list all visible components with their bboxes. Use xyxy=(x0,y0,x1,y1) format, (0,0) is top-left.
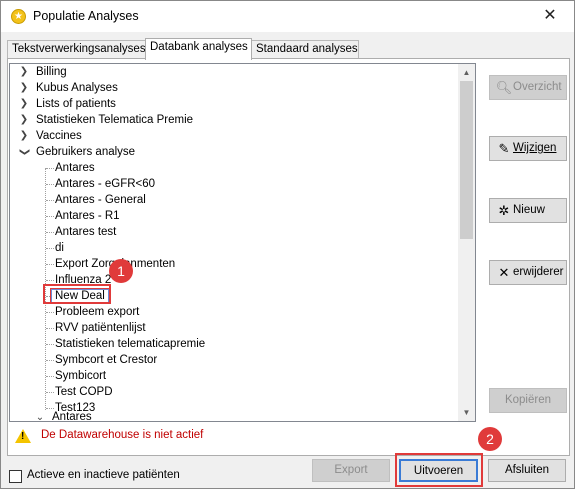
tree-child-label: Symbcort et Crestor xyxy=(55,354,158,366)
tree-child-item[interactable]: Test123 xyxy=(55,400,95,416)
tree-connector-tick xyxy=(46,344,54,345)
verwijderen-button[interactable]: ✕ erwijderer xyxy=(489,260,567,285)
tree-child-label: Test123 xyxy=(55,402,96,414)
dialog-window: ★ Populatie Analyses ✕ Tekstverwerkingsa… xyxy=(0,0,575,489)
tree-connector-tick xyxy=(46,248,54,249)
title-bar: ★ Populatie Analyses ✕ xyxy=(1,1,574,32)
tree-item-label: Gebruikers analyse xyxy=(36,146,136,158)
tree-connector-tick xyxy=(46,232,54,233)
tree-child-item[interactable]: RVV patiëntenlijst xyxy=(55,320,146,336)
tree-connector-tick xyxy=(46,328,54,329)
highlight-uitvoeren xyxy=(395,453,483,487)
tree-connector-tick xyxy=(46,392,54,393)
chevron-right-icon[interactable]: ❯ xyxy=(18,64,30,80)
tree-child-item[interactable]: Test COPD xyxy=(55,384,113,400)
tab-standaard-analyses[interactable]: Standaard analyses xyxy=(251,40,359,59)
callout-2: 2 xyxy=(478,427,502,451)
tree-connector-tick xyxy=(46,168,54,169)
warning-text: De Datawarehouse is niet actief xyxy=(41,429,204,441)
tree-connector-tick xyxy=(46,360,54,361)
edit-icon: ✎ xyxy=(498,141,510,156)
tree-child-label: Antares - R1 xyxy=(55,210,120,222)
scroll-up-arrow-icon[interactable]: ▲ xyxy=(458,64,475,81)
tree-scrollbar[interactable]: ▲ ▼ xyxy=(458,64,475,421)
chevron-right-icon[interactable]: ❯ xyxy=(18,112,30,128)
tree-item-label: Lists of patients xyxy=(36,98,116,110)
app-logo-icon: ★ xyxy=(11,9,26,24)
tree-item-label: Billing xyxy=(36,66,67,78)
actieve-inactieve-checkbox[interactable] xyxy=(9,470,22,483)
tree-child-label: di xyxy=(55,242,64,254)
tree-child-item[interactable]: Antares xyxy=(55,160,95,176)
tree-connector-tick xyxy=(46,280,54,281)
tree-child-item[interactable]: Antares - R1 xyxy=(55,208,120,224)
tree-child-label: Probleem export xyxy=(55,306,140,318)
close-button[interactable]: ✕ xyxy=(530,1,570,31)
tree-child-label: Antares - General xyxy=(55,194,146,206)
highlight-new-deal xyxy=(43,284,111,304)
export-button[interactable]: Export xyxy=(312,459,390,482)
tree-child-item[interactable]: Probleem export xyxy=(55,304,139,320)
tree-item-label: Statistieken Telematica Premie xyxy=(36,114,194,126)
checkbox-label: Actieve en inactieve patiënten xyxy=(27,469,180,481)
tree-child-label: Statistieken telematicapremie xyxy=(55,338,206,350)
magnifier-icon: 🔍︎ xyxy=(495,80,513,95)
tree-item-label: Vaccines xyxy=(36,130,82,142)
kopieren-button[interactable]: Kopiëren xyxy=(489,388,567,413)
analysis-tree[interactable]: ❯ Billing ❯ Kubus Analyses ❯ Lists of pa… xyxy=(9,63,476,422)
tree-connector-tick xyxy=(46,408,54,409)
chevron-right-icon[interactable]: ❯ xyxy=(18,96,30,112)
overzicht-button[interactable]: 🔍︎Overzicht xyxy=(489,75,567,100)
tree-child-label: Antares - eGFR<60 xyxy=(55,178,156,190)
new-item-icon: ✲ xyxy=(498,203,510,218)
tree-child-item[interactable]: Symbicort xyxy=(55,368,106,384)
tree-item-label: Kubus Analyses xyxy=(36,82,118,94)
chevron-down-icon[interactable]: ❯ xyxy=(16,146,32,158)
tree-child-item[interactable]: di xyxy=(55,240,64,256)
chevron-right-icon[interactable]: ❯ xyxy=(18,128,30,144)
tree-connector-tick xyxy=(46,216,54,217)
window-title: Populatie Analyses xyxy=(33,9,139,23)
tree-child-label: Antares xyxy=(55,162,95,174)
tree-child-label: Antares test xyxy=(55,226,117,238)
tree-child-item[interactable]: Antares - eGFR<60 xyxy=(55,176,155,192)
tree-child-label: Symbicort xyxy=(55,370,107,382)
tab-tekstverwerkingsanalyses[interactable]: Tekstverwerkingsanalyses xyxy=(7,40,146,59)
tree-child-label: RVV patiëntenlijst xyxy=(55,322,146,334)
tree-connector-tick xyxy=(46,184,54,185)
tab-databank-analyses[interactable]: Databank analyses xyxy=(145,38,252,60)
scroll-down-arrow-icon[interactable]: ▼ xyxy=(458,404,475,421)
tree-connector-tick xyxy=(46,200,54,201)
warning-icon: ! xyxy=(15,429,31,443)
tree-connector-tick xyxy=(46,376,54,377)
tree-child-item[interactable]: Antares - General xyxy=(55,192,146,208)
tree-child-label: Test COPD xyxy=(55,386,113,398)
chevron-down-icon: ⌄ xyxy=(35,412,45,422)
callout-1: 1 xyxy=(109,259,133,283)
afsluiten-button[interactable]: Afsluiten xyxy=(488,459,566,482)
chevron-right-icon[interactable]: ❯ xyxy=(18,80,30,96)
wijzigen-button[interactable]: ✎ Wijzigen xyxy=(489,136,567,161)
tree-child-item[interactable]: Statistieken telematicapremie xyxy=(55,336,205,352)
tree-connector-tick xyxy=(46,264,54,265)
delete-x-icon: ✕ xyxy=(498,265,510,280)
nieuw-button[interactable]: ✲ Nieuw xyxy=(489,198,567,223)
tree-connector-tick xyxy=(46,312,54,313)
tree-child-item[interactable]: Symbcort et Crestor xyxy=(55,352,157,368)
scroll-thumb[interactable] xyxy=(460,81,473,239)
tree-child-item[interactable]: Antares test xyxy=(55,224,116,240)
